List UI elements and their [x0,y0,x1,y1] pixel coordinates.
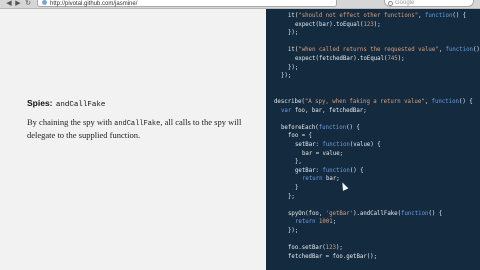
code-line: bar = value; [302,150,343,158]
site-icon [42,0,47,5]
code-line: fetchedBar = foo.getBar(); [288,253,377,261]
code-token: return [302,176,323,183]
code-token: (value) { [349,142,381,148]
code-token: foo, bar, fetchedBar; [291,107,367,114]
code-token: }, [295,159,302,166]
code-line: foo.setBar(123); [288,244,343,252]
code-line: beforeEach(function() { [281,124,360,132]
code-token: ); [373,21,381,28]
code-token: }); [288,228,299,234]
code-token: bar; [322,176,340,183]
code-token: 'getBar' [325,210,354,217]
code-token: foo.setBar( [288,245,326,252]
code-token: it( [288,13,299,19]
code-line: setBar: function(value) { [295,141,381,149]
code-token: "should not effect other functions" [298,13,419,19]
code-token: fetchedBar = foo.getBar(); [288,253,378,260]
code-token: expect(bar).toEqual( [295,21,364,28]
code-token: } [295,185,299,191]
code-line: }); [288,29,298,37]
code-token: }); [281,73,292,80]
back-button[interactable]: ◀ [6,0,12,7]
code-token: , [418,13,425,19]
code-line: spyOn(foo, 'getBar').andCallFake(functio… [288,210,442,218]
code-line: describe("A spy, when faking a return va… [274,98,473,106]
code-token: () { [458,99,473,105]
code-token: foo = { [288,133,312,140]
code-line: }); [281,72,291,80]
code-token: 123 [363,21,374,28]
code-token: "A spy, when faking a return value" [304,99,425,105]
code-token: beforeEach( [281,124,319,131]
code-token: "when called returns the requested value… [298,47,439,54]
code-pane: it("should not effect other functions", … [266,9,480,270]
code-token: }; [288,193,295,200]
search-input[interactable]: Google [384,0,474,7]
code-token: ); [397,56,405,62]
code-token: function [401,210,429,217]
forward-button[interactable]: ▶ [15,0,21,7]
code-line: } [295,184,298,192]
code-token: () { [428,210,443,217]
reload-button[interactable]: ↻ [25,0,31,7]
desc-text-before: By chaining the spy with [27,117,115,127]
code-token: () { [349,167,364,174]
code-line: return 1001; [295,218,336,226]
code-token: () { [452,13,467,19]
code-token: return [295,219,316,226]
code-token: spyOn(foo, [288,210,326,217]
code-token: }); [288,64,299,71]
code-token: expect(fetchedBar).toEqual( [295,56,388,62]
code-line: it("when called returns the requested va… [288,46,480,54]
code-line: }); [288,227,298,235]
code-line: return bar; [302,175,340,183]
code-line: }); [288,64,298,72]
url-text: http://pivotal.github.com/jasmine/ [50,1,138,7]
code-token: ; [332,219,337,226]
address-bar[interactable]: http://pivotal.github.com/jasmine/ [37,0,337,7]
code-token: function [322,167,350,174]
code-token: () [472,47,480,54]
desc-code: andCallFake [114,120,161,128]
code-token: function [425,13,453,19]
code-token: }); [288,30,299,37]
code-token: bar = value; [302,150,344,157]
search-placeholder: Google [395,0,415,6]
section-heading: Spies: andCallFake [27,98,105,109]
code-token: getBar: [295,167,323,174]
browser-toolbar: ◀ ▶ ↻ http://pivotal.github.com/jasmine/… [0,0,480,9]
search-icon [388,1,393,6]
section-title-code: andCallFake [55,101,106,109]
code-token: () { [346,124,360,131]
code-token: ).andCallFake( [353,210,402,217]
code-token: 745 [387,56,398,62]
code-token: 123 [325,245,336,252]
code-token: function [318,124,347,131]
code-line: }, [295,158,302,166]
section-description: By chaining the spy with andCallFake, al… [27,117,252,141]
code-line: foo = { [288,132,312,140]
code-token: setBar: [295,142,323,148]
code-token: it( [288,47,299,54]
code-token: var [281,107,292,114]
code-line: it("should not effect other functions", … [288,12,466,20]
code-token: ); [335,245,343,252]
code-line: var foo, bar, fetchedBar; [281,107,367,115]
code-token: 1001 [318,219,333,226]
code-token: function [431,99,459,105]
code-token: , [438,47,446,54]
section-title: Spies: [27,98,53,108]
code-token: , [424,99,432,105]
code-token: describe( [274,99,305,105]
code-token: function [322,142,350,148]
code-token: function [445,47,473,54]
code-line: expect(bar).toEqual(123); [295,21,381,29]
code-line: expect(fetchedBar).toEqual(745); [295,55,405,63]
code-line: }; [288,193,295,201]
code-line: getBar: function() { [295,167,364,175]
